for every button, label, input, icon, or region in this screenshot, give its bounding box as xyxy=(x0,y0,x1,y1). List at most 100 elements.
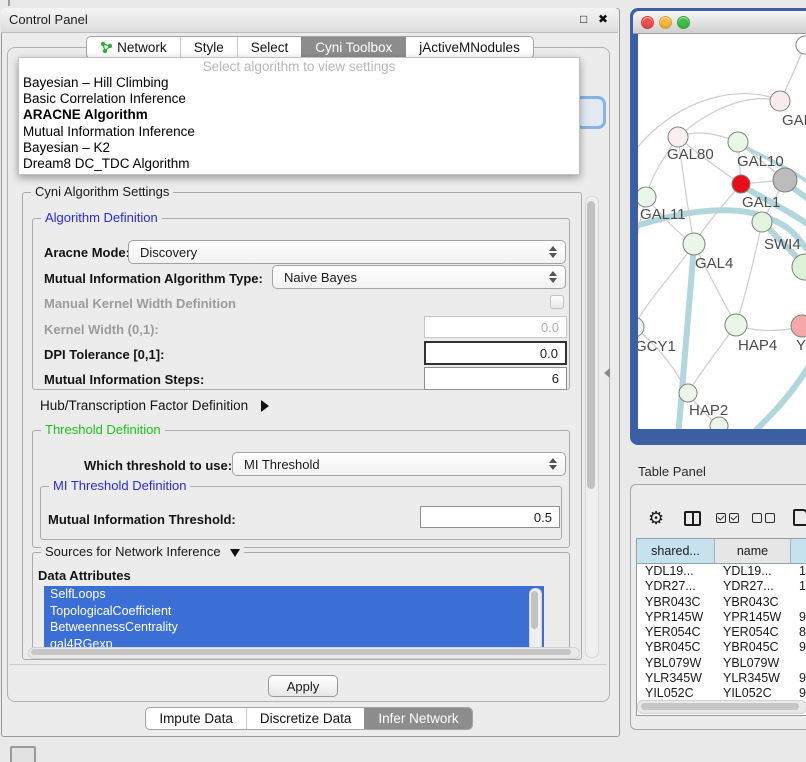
table-cell: 13 xyxy=(791,564,806,579)
dpi-tolerance-field[interactable]: 0.0 xyxy=(424,341,567,365)
traffic-light-close-icon[interactable] xyxy=(641,16,654,29)
network-canvas[interactable]: GALGAL80GAL10GAL1GAL11SWI4GAL4GCY1HAP4YH… xyxy=(638,34,806,429)
table-horizontal-scrollbar[interactable] xyxy=(637,700,806,714)
table-row[interactable]: YLR345WYLR345W9. xyxy=(637,671,806,686)
network-edge[interactable] xyxy=(638,94,780,154)
network-canvas-svg: GALGAL80GAL10GAL1GAL11SWI4GAL4GCY1HAP4YH… xyxy=(638,34,806,429)
select-all-columns-icon[interactable] xyxy=(716,513,739,523)
table-row[interactable]: YBL079WYBL079W xyxy=(637,656,806,671)
tab-cyni-toolbox[interactable]: Cyni Toolbox xyxy=(301,37,405,58)
column-header-name[interactable]: name xyxy=(715,539,791,564)
tab-label: Style xyxy=(194,40,224,55)
network-node-gal1[interactable] xyxy=(732,175,750,193)
algorithm-option[interactable]: Bayesian – K2 xyxy=(19,140,579,156)
network-node-swi4[interactable] xyxy=(752,212,772,232)
network-node-gal11[interactable] xyxy=(638,187,656,207)
network-edge[interactable] xyxy=(736,222,762,325)
gear-icon[interactable]: ⚙ xyxy=(648,508,664,529)
combo-stepper-icon xyxy=(544,271,562,283)
column-header-a[interactable]: A xyxy=(791,539,806,564)
data-attributes-list[interactable]: SelfLoopsTopologicalCoefficientBetweenne… xyxy=(44,586,544,652)
network-node-label: GAL4 xyxy=(695,255,733,272)
control-panel-title: Control Panel xyxy=(9,12,88,27)
network-node-hap2[interactable] xyxy=(679,384,697,402)
network-node[interactable] xyxy=(773,168,797,192)
aracne-mode-select[interactable]: Discovery xyxy=(128,240,566,264)
attribute-item[interactable]: SelfLoops xyxy=(44,586,544,603)
tab-select[interactable]: Select xyxy=(237,37,302,58)
tab-network[interactable]: Network xyxy=(87,37,180,58)
tab-style[interactable]: Style xyxy=(180,37,237,58)
unchecked-box-icon xyxy=(765,513,775,523)
table-cell: YDL19... xyxy=(637,564,715,579)
checked-box-icon xyxy=(729,513,739,523)
dpi-tolerance-label: DPI Tolerance [0,1]: xyxy=(44,347,164,362)
table-cell: 9. xyxy=(791,610,806,625)
deselect-all-columns-icon[interactable] xyxy=(752,513,775,523)
corner-grip[interactable] xyxy=(10,746,36,762)
settings-scrollbar-thumb[interactable] xyxy=(587,201,595,489)
tab-jactivemnodules[interactable]: jActiveMNodules xyxy=(405,37,533,58)
network-node[interactable] xyxy=(796,36,806,54)
network-node-hap4[interactable] xyxy=(725,314,747,336)
algorithm-option[interactable]: Basic Correlation Inference xyxy=(19,91,579,107)
attribute-item[interactable]: TopologicalCoefficient xyxy=(44,603,544,620)
table-row[interactable]: YPR145WYPR145W9. xyxy=(637,610,806,625)
traffic-light-minimize-icon[interactable] xyxy=(659,16,672,29)
unchecked-box-icon xyxy=(752,513,762,523)
network-node-gal80[interactable] xyxy=(668,127,688,147)
which-threshold-select[interactable]: MI Threshold xyxy=(232,452,566,476)
table-row[interactable]: YDL19...YDL19...13 xyxy=(637,564,806,579)
mi-threshold-definition-title: MI Threshold Definition xyxy=(49,478,190,493)
traffic-light-zoom-icon[interactable] xyxy=(677,16,690,29)
apply-button[interactable]: Apply xyxy=(268,675,338,697)
network-node-gal4[interactable] xyxy=(683,233,705,255)
attribute-item[interactable]: BetweennessCentrality xyxy=(44,619,544,636)
table-cell: YDL19... xyxy=(715,564,791,579)
network-node-y[interactable] xyxy=(791,315,806,337)
attributes-horizontal-scrollbar[interactable] xyxy=(28,647,580,659)
network-edge[interactable] xyxy=(688,325,736,393)
tab-impute-data[interactable]: Impute Data xyxy=(146,708,246,729)
network-node-label: GCY1 xyxy=(638,338,676,355)
tab-discretize-data[interactable]: Discretize Data xyxy=(246,708,365,729)
table-cell: YER054C xyxy=(715,625,791,640)
algorithm-option[interactable]: ARACNE Algorithm xyxy=(19,107,579,123)
network-edge[interactable] xyxy=(748,364,806,429)
algorithm-dropdown-placeholder: Select algorithm to view settings xyxy=(19,58,579,75)
table-row[interactable]: YER054CYER054C8. xyxy=(637,625,806,640)
table-cell: 8. xyxy=(791,625,806,640)
mi-steps-field[interactable]: 6 xyxy=(424,367,567,390)
network-node-gal10[interactable] xyxy=(728,132,748,152)
document-icon[interactable] xyxy=(793,509,806,526)
algorithm-option[interactable]: Dream8 DC_TDC Algorithm xyxy=(19,156,579,172)
split-columns-icon[interactable] xyxy=(684,511,701,526)
attributes-hscrollbar-thumb[interactable] xyxy=(31,649,571,655)
attributes-scrollbar-thumb[interactable] xyxy=(531,591,538,629)
column-header-shared-[interactable]: shared... xyxy=(637,539,715,564)
bottom-tab-row: Impute DataDiscretize DataInfer Network xyxy=(0,707,618,730)
tab-infer-network[interactable]: Infer Network xyxy=(364,708,471,729)
manual-kernel-width-checkbox[interactable] xyxy=(550,295,564,309)
table-row[interactable]: YBR043CYBR043C xyxy=(637,595,806,610)
settings-vertical-scrollbar[interactable] xyxy=(585,196,599,658)
collapsed-disclosure-icon[interactable] xyxy=(261,400,269,412)
kernel-width-field[interactable]: 0.0 xyxy=(424,316,567,338)
network-node-gal[interactable] xyxy=(770,91,790,111)
divider-collapse-icon[interactable] xyxy=(604,368,610,378)
close-icon[interactable]: ✖ xyxy=(598,12,608,26)
algorithm-option[interactable]: Mutual Information Inference xyxy=(19,124,579,140)
table-cell: YDR27... xyxy=(715,579,791,594)
attributes-vertical-scrollbar[interactable] xyxy=(529,588,542,652)
hub-definition-section[interactable]: Hub/Transcription Factor Definition xyxy=(40,398,269,413)
cyni-settings-group-title: Cyni Algorithm Settings xyxy=(31,184,173,199)
algorithm-option[interactable]: Bayesian – Hill Climbing xyxy=(19,75,579,91)
expanded-disclosure-icon[interactable] xyxy=(230,549,240,557)
mi-algorithm-type-select[interactable]: Naive Bayes xyxy=(272,265,566,289)
table-row[interactable]: YDR27...YDR27...12 xyxy=(637,579,806,594)
mi-threshold-field[interactable]: 0.5 xyxy=(420,506,560,528)
table-row[interactable]: YBR045CYBR045C9. xyxy=(637,640,806,655)
table-hscrollbar-thumb[interactable] xyxy=(641,703,799,710)
float-panel-icon[interactable]: □ xyxy=(580,12,587,26)
network-node-label: GAL1 xyxy=(742,194,780,211)
